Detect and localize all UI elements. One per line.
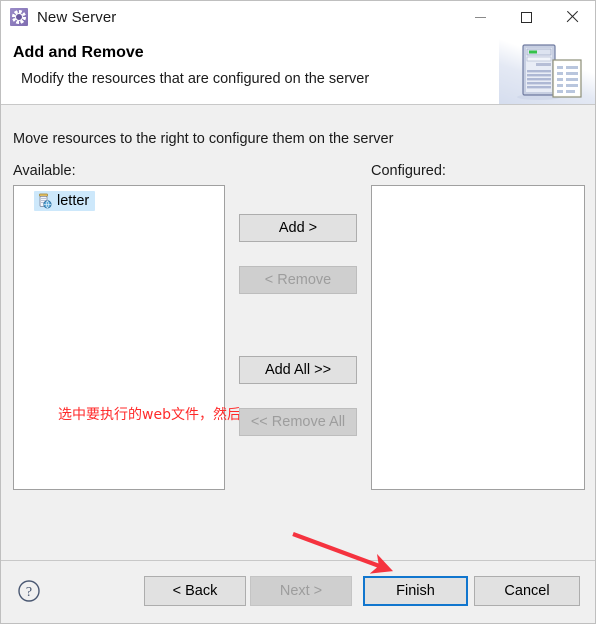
list-item[interactable]: letter: [34, 191, 96, 211]
list-item-label: letter: [57, 193, 90, 209]
minimize-button[interactable]: [457, 1, 503, 33]
available-label: Available:: [13, 163, 76, 179]
finish-button[interactable]: Finish: [363, 576, 468, 606]
cancel-button[interactable]: Cancel: [474, 576, 580, 606]
window-controls: [457, 1, 595, 33]
available-list[interactable]: letter 选中要执行的web文件，然后→: [13, 185, 253, 490]
server-tower-document-icon: [499, 33, 595, 105]
title-bar: New Server: [1, 1, 595, 33]
window-title: New Server: [37, 8, 117, 26]
close-icon: [565, 10, 579, 24]
maximize-button[interactable]: [503, 1, 549, 33]
back-button[interactable]: < Back: [144, 576, 246, 606]
svg-text:?: ?: [26, 585, 32, 600]
page-subtitle: Modify the resources that are configured…: [21, 71, 370, 87]
help-question-icon[interactable]: ?: [17, 579, 41, 603]
instruction-text: Move resources to the right to configure…: [13, 131, 394, 147]
configured-label: Configured:: [371, 163, 446, 179]
configured-list[interactable]: [371, 185, 585, 490]
next-button: Next >: [250, 576, 352, 606]
remove-button: < Remove: [239, 266, 357, 294]
new-server-wizard-window: New Server Add and Remove Modify the res…: [0, 0, 596, 624]
remove-all-button: << Remove All: [239, 408, 357, 436]
maximize-icon: [520, 11, 532, 23]
server-gear-icon: [10, 8, 28, 26]
page-title: Add and Remove: [13, 44, 144, 61]
wizard-footer: ? < Back Next > Finish Cancel: [1, 561, 595, 623]
minimize-icon: [474, 16, 486, 18]
close-button[interactable]: [549, 1, 595, 33]
wizard-header: Add and Remove Modify the resources that…: [1, 33, 595, 105]
add-button[interactable]: Add >: [239, 214, 357, 242]
add-all-button[interactable]: Add All >>: [239, 356, 357, 384]
annotation-text-chinese: 选中要执行的web文件，然后→: [58, 407, 253, 423]
wizard-body: Move resources to the right to configure…: [1, 105, 595, 560]
web-module-icon: [36, 193, 52, 209]
